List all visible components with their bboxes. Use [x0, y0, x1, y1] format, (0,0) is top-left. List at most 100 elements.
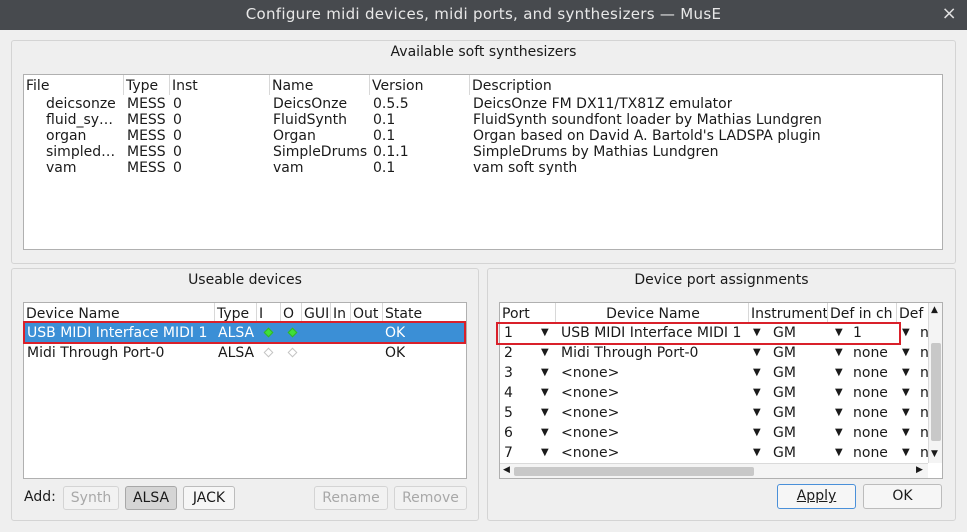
device-dropdown-icon[interactable]: ▼	[541, 423, 549, 443]
port-device-cell[interactable]: Midi Through Port-0	[561, 343, 698, 363]
def-out-dropdown-icon[interactable]: ▼	[902, 403, 910, 423]
col-name-header[interactable]: Name	[270, 75, 370, 95]
scroll-right-icon[interactable]: ▶	[916, 465, 923, 475]
scroll-up-icon[interactable]: ▲	[931, 305, 938, 315]
def-out-dropdown-icon[interactable]: ▼	[902, 343, 910, 363]
scroll-down-icon[interactable]: ▼	[931, 449, 938, 459]
def-out-dropdown-icon[interactable]: ▼	[902, 423, 910, 443]
col-state-header[interactable]: State	[383, 303, 466, 323]
close-icon[interactable]: ×	[942, 3, 957, 24]
input-port-diamond-icon[interactable]	[263, 327, 274, 338]
col-out-header[interactable]: Out	[351, 303, 383, 323]
port-def-in-cell[interactable]: 1	[853, 323, 862, 343]
col-inst-header[interactable]: Inst	[170, 75, 270, 95]
ports-vertical-scrollbar[interactable]: ▲ ▼	[928, 303, 942, 463]
port-instrument-cell[interactable]: GM	[773, 363, 796, 383]
add-alsa-button[interactable]: ALSA	[125, 486, 177, 510]
def-out-dropdown-icon[interactable]: ▼	[902, 363, 910, 383]
port-instrument-cell[interactable]: GM	[773, 443, 796, 463]
instrument-dropdown-icon[interactable]: ▼	[753, 323, 761, 343]
col-instrument-header[interactable]: Instrument	[749, 303, 828, 323]
output-port-diamond-icon[interactable]	[287, 347, 298, 358]
def-out-dropdown-icon[interactable]: ▼	[902, 443, 910, 463]
ports-table[interactable]: Port Device Name Instrument Def in ch De…	[499, 302, 943, 479]
instrument-dropdown-icon[interactable]: ▼	[753, 363, 761, 383]
port-device-cell[interactable]: <none>	[561, 383, 619, 403]
port-row[interactable]: 3 <none> GM none n ▼ ▼ ▼ ▼	[500, 363, 929, 383]
port-def-in-cell[interactable]: none	[853, 423, 888, 443]
port-instrument-cell[interactable]: GM	[773, 383, 796, 403]
port-def-in-cell[interactable]: none	[853, 363, 888, 383]
def-in-dropdown-icon[interactable]: ▼	[835, 363, 843, 383]
def-in-dropdown-icon[interactable]: ▼	[835, 443, 843, 463]
instrument-dropdown-icon[interactable]: ▼	[753, 423, 761, 443]
port-instrument-cell[interactable]: GM	[773, 423, 796, 443]
synth-row[interactable]: simpled… MESS 0 SimpleDrums 0.1.1 SimpleDrums…	[24, 144, 942, 160]
port-row[interactable]: 7 <none> GM none n ▼ ▼ ▼ ▼	[500, 443, 929, 463]
add-jack-button[interactable]: JACK	[183, 486, 235, 510]
col-type-header[interactable]: Type	[215, 303, 257, 323]
remove-button[interactable]: Remove	[394, 486, 467, 510]
synth-row[interactable]: organ MESS 0 Organ 0.1 Organ based on David A…	[24, 128, 942, 144]
col-description-header[interactable]: Description	[470, 75, 942, 95]
instrument-dropdown-icon[interactable]: ▼	[753, 343, 761, 363]
col-i-header[interactable]: I	[257, 303, 281, 323]
port-instrument-cell[interactable]: GM	[773, 403, 796, 423]
instrument-dropdown-icon[interactable]: ▼	[753, 403, 761, 423]
port-device-cell[interactable]: <none>	[561, 423, 619, 443]
port-device-cell[interactable]: <none>	[561, 403, 619, 423]
col-gui-header[interactable]: GUI	[302, 303, 331, 323]
port-device-cell[interactable]: USB MIDI Interface MIDI 1	[561, 323, 741, 343]
device-dropdown-icon[interactable]: ▼	[541, 383, 549, 403]
apply-button[interactable]: Apply	[777, 484, 856, 509]
port-def-in-cell[interactable]: none	[853, 443, 888, 463]
device-row[interactable]: USB MIDI Interface MIDI 1 ALSA OK	[24, 323, 466, 343]
def-out-dropdown-icon[interactable]: ▼	[902, 323, 910, 343]
def-in-dropdown-icon[interactable]: ▼	[835, 423, 843, 443]
port-def-in-cell[interactable]: none	[853, 403, 888, 423]
col-type-header[interactable]: Type	[124, 75, 170, 95]
synth-row[interactable]: deicsonze MESS 0 DeicsOnze 0.5.5 DeicsOnze FM…	[24, 96, 942, 112]
add-synth-button[interactable]: Synth	[63, 486, 119, 510]
col-port-header[interactable]: Port	[500, 303, 556, 323]
col-device-name-header[interactable]: Device Name	[556, 303, 749, 323]
col-o-header[interactable]: O	[281, 303, 302, 323]
col-file-header[interactable]: File	[24, 75, 124, 95]
device-dropdown-icon[interactable]: ▼	[541, 343, 549, 363]
ports-hscroll-thumb[interactable]	[514, 467, 754, 476]
col-device-name-header[interactable]: Device Name	[24, 303, 215, 323]
def-out-dropdown-icon[interactable]: ▼	[902, 383, 910, 403]
col-def-out-header[interactable]: Def o	[897, 303, 927, 323]
col-in-header[interactable]: In	[331, 303, 351, 323]
ports-vscroll-thumb[interactable]	[931, 343, 941, 441]
synths-table[interactable]: File Type Inst Name Version Description …	[23, 74, 943, 250]
port-instrument-cell[interactable]: GM	[773, 343, 796, 363]
rename-button[interactable]: Rename	[314, 486, 388, 510]
port-def-in-cell[interactable]: none	[853, 383, 888, 403]
port-row[interactable]: 2 Midi Through Port-0 GM none n ▼ ▼ ▼ ▼	[500, 343, 929, 363]
instrument-dropdown-icon[interactable]: ▼	[753, 443, 761, 463]
ports-horizontal-scrollbar[interactable]: ◀ ▶	[500, 463, 928, 478]
output-port-diamond-icon[interactable]	[287, 327, 298, 338]
port-def-in-cell[interactable]: none	[853, 343, 888, 363]
synth-row[interactable]: vam MESS 0 vam 0.1 vam soft synth	[24, 160, 942, 176]
def-in-dropdown-icon[interactable]: ▼	[835, 323, 843, 343]
device-dropdown-icon[interactable]: ▼	[541, 443, 549, 463]
col-version-header[interactable]: Version	[370, 75, 470, 95]
device-dropdown-icon[interactable]: ▼	[541, 323, 549, 343]
port-device-cell[interactable]: <none>	[561, 363, 619, 383]
input-port-diamond-icon[interactable]	[263, 347, 274, 358]
instrument-dropdown-icon[interactable]: ▼	[753, 383, 761, 403]
def-in-dropdown-icon[interactable]: ▼	[835, 383, 843, 403]
ok-button[interactable]: OK	[863, 484, 942, 509]
port-device-cell[interactable]: <none>	[561, 443, 619, 463]
synth-row[interactable]: fluid_sy… MESS 0 FluidSynth 0.1 FluidSynth so…	[24, 112, 942, 128]
devices-table[interactable]: Device Name Type I O GUI In Out State US…	[23, 302, 467, 479]
port-row[interactable]: 6 <none> GM none n ▼ ▼ ▼ ▼	[500, 423, 929, 443]
port-row[interactable]: 4 <none> GM none n ▼ ▼ ▼ ▼	[500, 383, 929, 403]
port-instrument-cell[interactable]: GM	[773, 323, 796, 343]
device-row[interactable]: Midi Through Port-0 ALSA OK	[24, 343, 466, 363]
port-row[interactable]: 1 USB MIDI Interface MIDI 1 GM 1 n ▼ ▼ ▼ ▼	[500, 323, 929, 343]
device-dropdown-icon[interactable]: ▼	[541, 363, 549, 383]
port-row[interactable]: 5 <none> GM none n ▼ ▼ ▼ ▼	[500, 403, 929, 423]
